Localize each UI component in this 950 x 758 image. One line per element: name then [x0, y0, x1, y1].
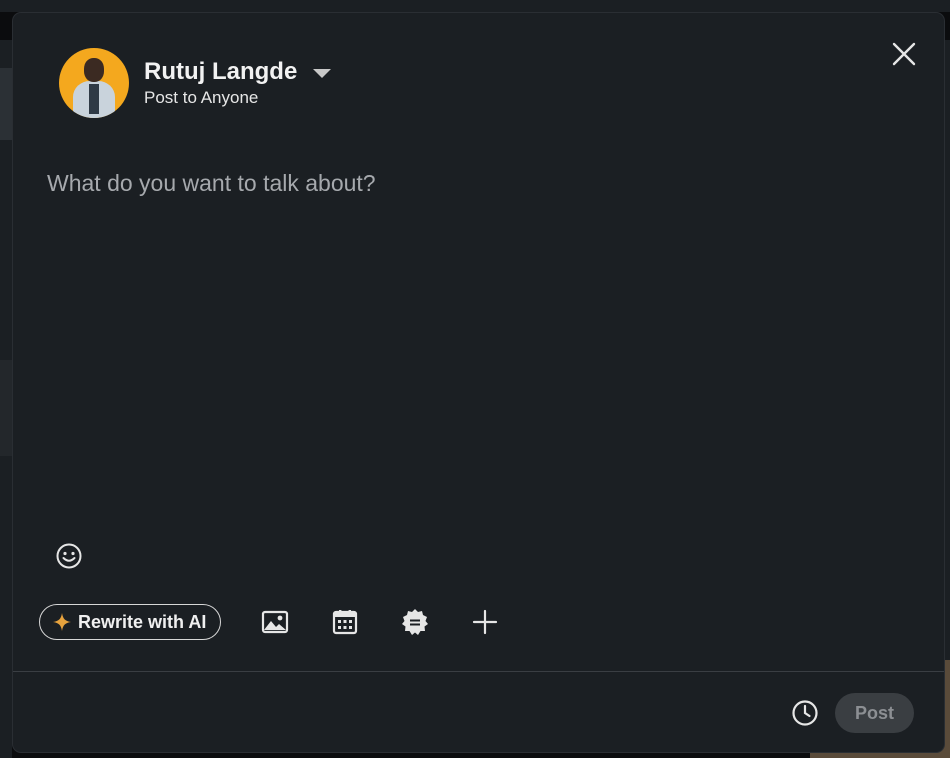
background-left-card	[0, 360, 12, 456]
visibility-label: Post to Anyone	[144, 88, 259, 107]
caret-down-icon	[313, 68, 332, 78]
avatar[interactable]	[59, 48, 129, 118]
plus-icon[interactable]	[469, 606, 501, 638]
sparkle-icon	[52, 612, 72, 632]
badge-icon[interactable]	[399, 606, 431, 638]
image-icon[interactable]	[259, 606, 291, 638]
footer-divider	[13, 671, 944, 672]
rewrite-with-ai-label: Rewrite with AI	[78, 611, 207, 632]
calendar-icon[interactable]	[329, 606, 361, 638]
post-button[interactable]: Post	[835, 693, 914, 733]
close-icon[interactable]	[889, 39, 919, 69]
smiley-icon[interactable]	[54, 541, 84, 571]
author-name: Rutuj Langde	[144, 58, 298, 85]
background-left-card	[0, 68, 12, 140]
composer-toolbar: Rewrite with AI	[39, 603, 501, 641]
author-name-row[interactable]: Rutuj Langde	[144, 58, 332, 86]
composer-header: Rutuj Langde Post to Anyone	[59, 48, 332, 118]
post-composer-modal: Rutuj Langde Post to Anyone Rewrite wit	[13, 13, 944, 752]
clock-icon[interactable]	[790, 698, 820, 728]
background-top-nav	[0, 0, 950, 12]
author-selector[interactable]: Rutuj Langde Post to Anyone	[144, 58, 332, 108]
post-editor[interactable]	[45, 168, 909, 532]
rewrite-with-ai-button[interactable]: Rewrite with AI	[39, 604, 222, 640]
